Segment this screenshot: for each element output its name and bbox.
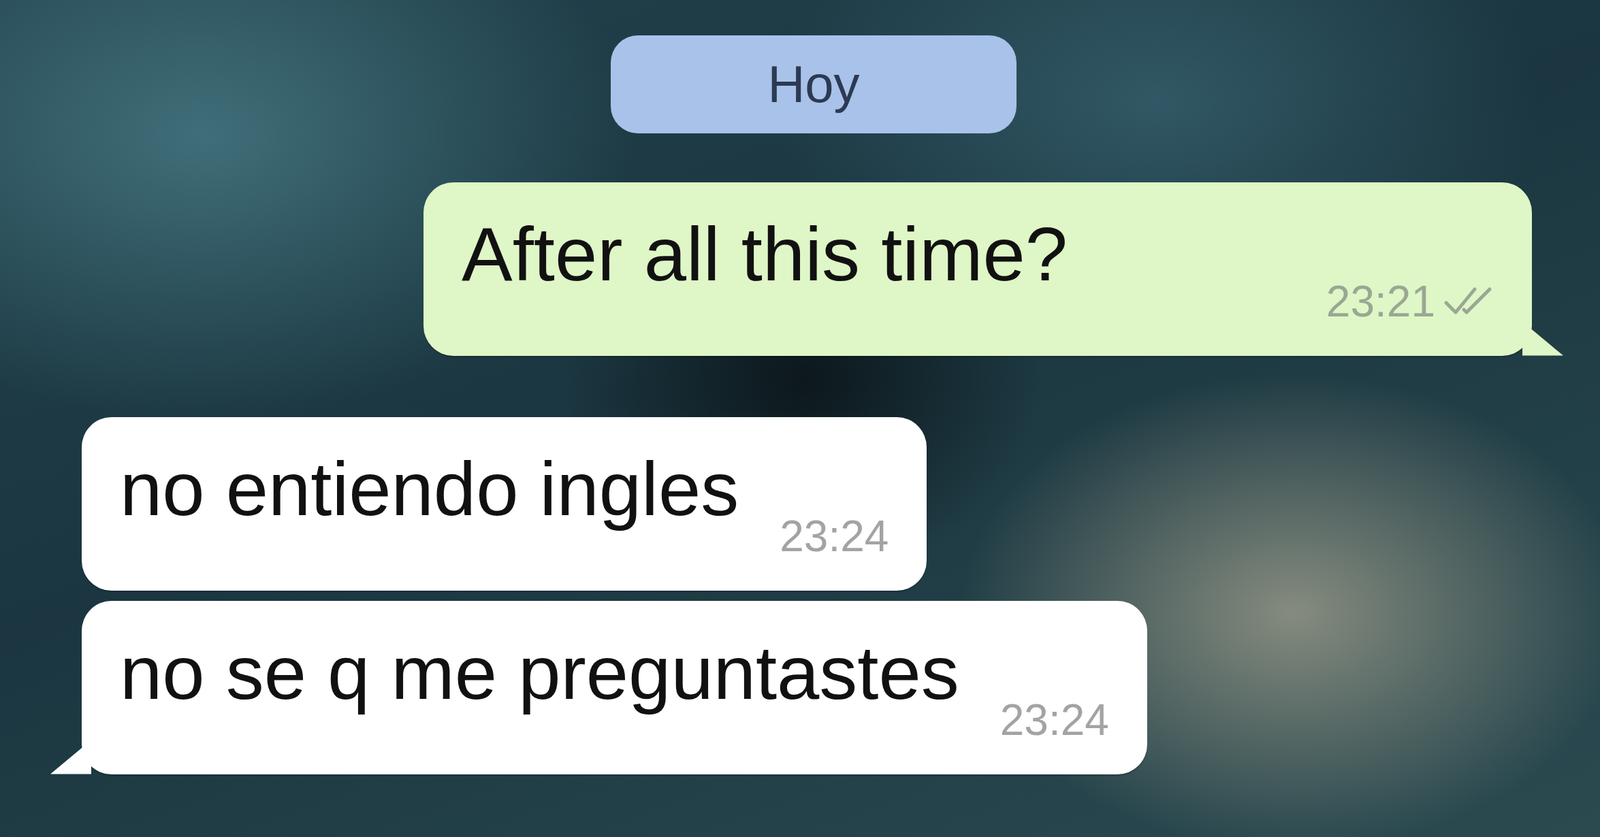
message-row: no se q me preguntastes 23:24 <box>81 601 1532 775</box>
message-meta: 23:24 <box>779 512 889 561</box>
bubble-tail <box>1522 322 1564 357</box>
message-bubble[interactable]: no entiendo ingles 23:24 <box>81 417 927 591</box>
message-text: no entiendo ingles <box>119 445 739 562</box>
double-check-icon <box>1443 285 1494 318</box>
chat-screen: Hoy After all this time? 23:21 no entiendo … <box>0 0 1600 837</box>
message-meta: 23:24 <box>1000 696 1110 745</box>
message-time: 23:24 <box>1000 696 1110 745</box>
message-time: 23:24 <box>779 512 889 561</box>
message-bubble[interactable]: no se q me preguntastes 23:24 <box>81 601 1148 775</box>
message-text: no se q me preguntastes <box>119 629 960 745</box>
date-row: Hoy <box>81 35 1546 134</box>
message-bubble[interactable]: After all this time? 23:21 <box>423 182 1532 357</box>
message-time: 23:21 <box>1326 277 1436 326</box>
message-row: After all this time? 23:21 <box>81 182 1532 357</box>
bubble-tail <box>50 740 92 775</box>
date-pill: Hoy <box>610 35 1016 134</box>
message-meta: 23:21 <box>1326 277 1494 326</box>
message-text: After all this time? <box>461 211 1068 327</box>
message-row: no entiendo ingles 23:24 <box>81 417 1532 591</box>
